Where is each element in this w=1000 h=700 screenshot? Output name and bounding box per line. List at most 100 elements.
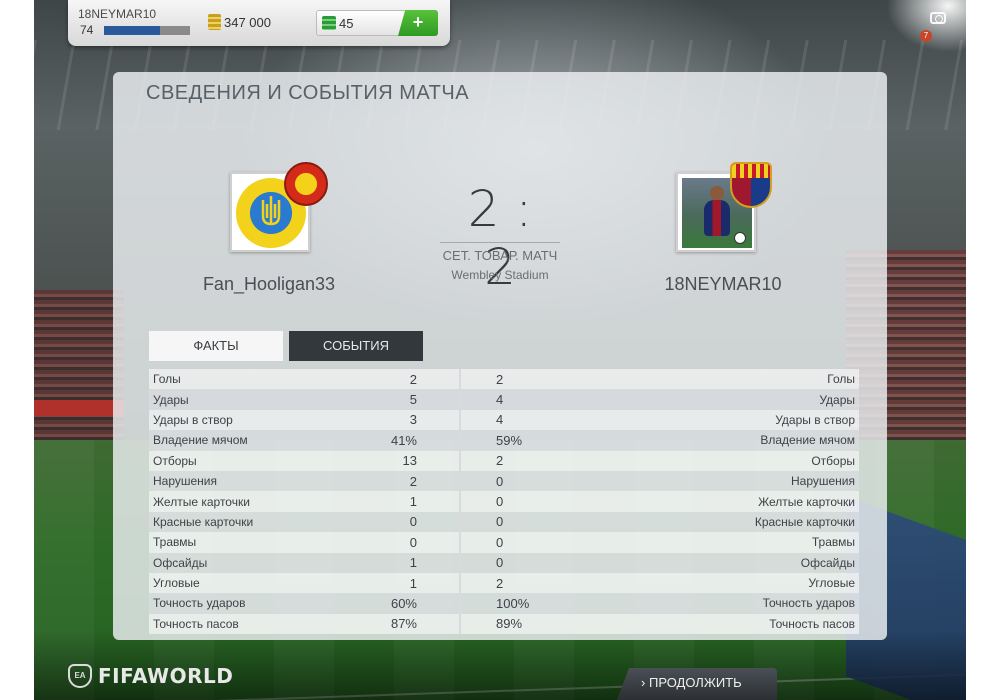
stat-label-away: Красные карточки — [621, 511, 859, 533]
tab-facts[interactable]: ФАКТЫ — [149, 331, 283, 361]
stat-value-home: 41% — [299, 430, 459, 451]
stat-label-home: Владение мячом — [149, 430, 299, 451]
buy-points-button[interactable]: + — [398, 10, 438, 36]
stat-label-home: Угловые — [149, 572, 299, 594]
stat-value-home: 0 — [299, 532, 459, 553]
stat-label-home: Точность пасов — [149, 613, 299, 635]
ball-icon — [734, 232, 746, 244]
stats-row: Удары в створ 3 4 Удары в створ — [149, 409, 859, 431]
coins-icon — [208, 14, 221, 30]
stat-value-away: 2 — [461, 572, 621, 594]
stat-value-home: 1 — [299, 572, 459, 594]
stat-label-away: Нарушения — [621, 470, 859, 492]
stats-row: Точность ударов 60% 100% Точность ударов — [149, 593, 859, 614]
stat-label-away: Владение мячом — [621, 430, 859, 451]
stats-row: Отборы 13 2 Отборы — [149, 450, 859, 471]
stat-value-away: 0 — [461, 532, 621, 553]
stat-value-away: 4 — [461, 409, 621, 431]
light-flare — [876, 0, 966, 60]
stat-value-home: 1 — [299, 491, 459, 512]
away-team-badge — [676, 162, 772, 252]
stat-label-away: Удары в створ — [621, 409, 859, 431]
stat-value-away: 0 — [461, 552, 621, 573]
player-head — [710, 186, 724, 200]
stats-table: Голы 2 2 Голы Удары 5 4 Удары Удары в створ 3 4 Уда… — [149, 369, 859, 635]
tab-events[interactable]: СОБЫТИЯ — [289, 331, 423, 361]
xp-progress-bar — [104, 26, 190, 35]
panel-title: СВЕДЕНИЯ И СОБЫТИЯ МАТЧА — [146, 82, 470, 104]
stat-label-home: Удары в створ — [149, 409, 299, 431]
stats-row: Офсайды 1 0 Офсайды — [149, 552, 859, 573]
points-icon — [322, 16, 336, 30]
stats-row: Нарушения 2 0 Нарушения — [149, 470, 859, 492]
stat-value-away: 2 — [461, 369, 621, 390]
stat-label-home: Офсайды — [149, 552, 299, 573]
fifa-world-logo: EA FIFAWORLD — [68, 664, 233, 688]
stat-label-home: Голы — [149, 369, 299, 390]
stat-label-home: Точность ударов — [149, 593, 299, 614]
stat-label-away: Отборы — [621, 450, 859, 471]
stat-value-away: 4 — [461, 389, 621, 410]
stat-value-away: 59% — [461, 430, 621, 451]
profile-username: 18NEYMAR10 — [78, 7, 157, 21]
advertising-board — [34, 400, 124, 416]
stat-value-home: 1 — [299, 552, 459, 573]
stat-label-away: Желтые карточки — [621, 491, 859, 512]
home-team-name: Fan_Hooligan33 — [202, 274, 336, 294]
home-team-badge — [230, 162, 328, 252]
stats-row: Угловые 1 2 Угловые — [149, 572, 859, 594]
stat-value-away: 0 — [461, 491, 621, 512]
stadium-name: Wembley Stadium — [451, 268, 549, 282]
stats-row: Точность пасов 87% 89% Точность пасов — [149, 613, 859, 635]
stat-label-away: Угловые — [621, 572, 859, 594]
stat-label-away: Точность пасов — [621, 613, 859, 635]
stat-value-home: 0 — [299, 511, 459, 533]
stat-value-away: 89% — [461, 613, 621, 635]
trident-icon — [261, 196, 281, 226]
coins-balance: 347 000 — [224, 15, 271, 30]
camera-icon[interactable] — [930, 12, 946, 24]
stat-label-away: Голы — [621, 369, 859, 390]
points-balance: 45 — [339, 16, 354, 31]
xp-progress-fill — [104, 26, 160, 35]
stats-row: Красные карточки 0 0 Красные карточки — [149, 511, 859, 533]
stat-label-away: Точность ударов — [621, 593, 859, 614]
stat-value-away: 100% — [461, 593, 621, 614]
ea-logo-icon: EA — [68, 664, 92, 688]
stat-label-home: Желтые карточки — [149, 491, 299, 512]
stat-label-away: Травмы — [621, 532, 859, 553]
away-team-name: 18NEYMAR10 — [664, 274, 782, 294]
stat-label-home: Красные карточки — [149, 511, 299, 533]
stat-value-home: 2 — [299, 369, 459, 390]
profile-bar[interactable]: 18NEYMAR10 74 347 000 45 + — [68, 0, 450, 46]
stats-row: Желтые карточки 1 0 Желтые карточки — [149, 491, 859, 512]
fcb-crest-icon — [730, 162, 772, 208]
stat-value-away: 2 — [461, 450, 621, 471]
stands-left — [34, 290, 124, 440]
stat-value-home: 60% — [299, 593, 459, 614]
profile-level: 74 — [80, 23, 94, 37]
stats-row: Травмы 0 0 Травмы — [149, 532, 859, 553]
brand-text: FIFAWORLD — [98, 664, 234, 688]
stat-value-away: 0 — [461, 511, 621, 533]
stat-value-home: 5 — [299, 389, 459, 410]
stats-row: Владение мячом 41% 59% Владение мячом — [149, 430, 859, 451]
stats-row: Голы 2 2 Голы — [149, 369, 859, 390]
continue-button[interactable]: › ПРОДОЛЖИТЬ — [617, 668, 777, 700]
notification-badge[interactable]: 7 — [920, 30, 932, 42]
chevron-right-icon: › — [641, 675, 646, 690]
stat-value-away: 0 — [461, 470, 621, 492]
continue-label: ПРОДОЛЖИТЬ — [648, 675, 742, 690]
points-box: 45 + — [316, 10, 438, 36]
stat-value-home: 87% — [299, 613, 459, 635]
stat-label-home: Удары — [149, 389, 299, 410]
stat-value-home: 13 — [299, 450, 459, 471]
stat-value-home: 2 — [299, 470, 459, 492]
stat-label-home: Травмы — [149, 532, 299, 553]
stat-label-home: Отборы — [149, 450, 299, 471]
club-crest-icon — [284, 162, 328, 206]
stats-row: Удары 5 4 Удары — [149, 389, 859, 410]
stat-label-away: Офсайды — [621, 552, 859, 573]
stat-label-away: Удары — [621, 389, 859, 410]
match-summary-panel: СВЕДЕНИЯ И СОБЫТИЯ МАТЧА 2 : 2 СЕТ. ТОВА… — [113, 72, 887, 640]
